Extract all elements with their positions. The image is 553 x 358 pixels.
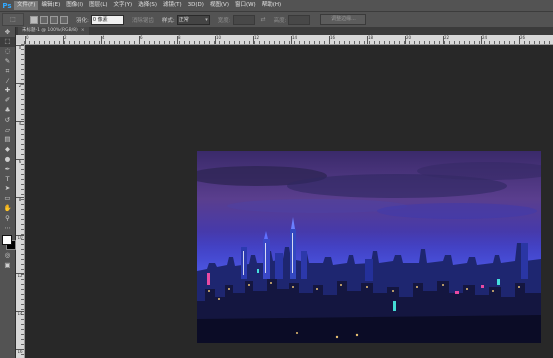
- horizontal-ruler[interactable]: 0 2 4 6 8 10 12 14 16 18 20 22 24 26: [24, 35, 553, 45]
- ruler-tick-label: 14: [16, 311, 24, 316]
- height-label: 高度:: [273, 17, 287, 24]
- menu-select[interactable]: 选择(S): [135, 1, 160, 10]
- blur-icon[interactable]: ◆: [0, 145, 15, 155]
- intersect-selection-button[interactable]: [60, 15, 68, 24]
- close-icon[interactable]: ×: [81, 28, 85, 33]
- ruler-tick-label: 20: [404, 35, 412, 44]
- healing-icon[interactable]: ✚: [0, 86, 15, 96]
- pen-icon[interactable]: ✒: [0, 164, 15, 174]
- antialias-checkbox[interactable]: 消除锯齿: [132, 16, 154, 24]
- ruler-tick-label: 16: [16, 349, 24, 354]
- ruler-tick-label: 24: [480, 35, 488, 44]
- gradient-icon[interactable]: ▤: [0, 135, 15, 145]
- zoom-icon[interactable]: ⚲: [0, 213, 15, 223]
- type-icon[interactable]: T: [0, 174, 15, 184]
- menu-edit[interactable]: 编辑(E): [38, 1, 63, 10]
- ruler-tick-label: 0: [25, 35, 29, 44]
- quick-mask-icon[interactable]: ◎: [0, 251, 15, 261]
- ruler-tick-label: 10: [214, 35, 222, 44]
- width-input[interactable]: [232, 14, 255, 25]
- move-icon[interactable]: ✥: [0, 27, 15, 37]
- menu-3d[interactable]: 3D(D): [185, 1, 207, 10]
- ruler-tick-label: 12: [252, 35, 260, 44]
- screen-mode-icon[interactable]: ▣: [0, 261, 15, 271]
- selection-mode-group: [30, 15, 68, 24]
- feather-label: 羽化:: [76, 17, 89, 24]
- menu-bar: Ps 文件(F) 编辑(E) 图像(I) 图层(L) 文字(Y) 选择(S) 滤…: [0, 0, 553, 11]
- eraser-icon[interactable]: ▱: [0, 125, 15, 135]
- tool-preset-picker[interactable]: ⬚: [2, 13, 24, 26]
- menu-file[interactable]: 文件(F): [14, 1, 39, 10]
- tools-panel: ✥ ⬚ ◌ ✎ ⌗ ⁄ ✚ ✐ ♣ ↺ ▱ ▤ ◆ ● ✒ T ➤ ▭ ✋ ⚲ …: [0, 27, 16, 358]
- dodge-icon[interactable]: ●: [0, 154, 15, 164]
- ruler-tick-label: 4: [101, 35, 105, 44]
- ruler-tick-label: 6: [139, 35, 143, 44]
- ruler-tick-label: 8: [177, 35, 181, 44]
- color-swatches: [0, 233, 16, 251]
- ruler-tick-label: 4: [16, 121, 24, 126]
- ruler-tick-label: 16: [328, 35, 336, 44]
- menu-type[interactable]: 文字(Y): [111, 1, 136, 10]
- document-tab-label: 未标题-1 @ 100%(RGB/8): [22, 28, 78, 33]
- refine-edge-button[interactable]: 调整边缘...: [320, 14, 367, 25]
- ruler-tick-label: 8: [16, 197, 24, 202]
- menu-layer[interactable]: 图层(L): [86, 1, 110, 10]
- vertical-ruler[interactable]: 0 2 4 6 8 10 12 14 16: [16, 44, 25, 358]
- ruler-tick-label: 26: [518, 35, 526, 44]
- document-tab[interactable]: 未标题-1 @ 100%(RGB/8) ×: [18, 27, 89, 35]
- ruler-tick-label: 2: [16, 83, 24, 88]
- ruler-tick-label: 0: [16, 45, 24, 50]
- lasso-icon[interactable]: ◌: [0, 47, 15, 57]
- crop-icon[interactable]: ⌗: [0, 66, 15, 76]
- marquee-icon[interactable]: ⬚: [0, 36, 15, 47]
- document-tab-strip: 未标题-1 @ 100%(RGB/8) ×: [16, 27, 553, 35]
- edit-toolbar-icon[interactable]: ⋯: [0, 223, 15, 233]
- subtract-selection-button[interactable]: [50, 15, 58, 24]
- feather-input[interactable]: 0 像素: [90, 14, 124, 25]
- new-selection-button[interactable]: [30, 15, 38, 24]
- marquee-icon: ⬚: [10, 16, 16, 23]
- hand-icon[interactable]: ✋: [0, 203, 15, 213]
- height-input[interactable]: [288, 14, 311, 25]
- menu-window[interactable]: 窗口(W): [232, 1, 259, 10]
- shape-icon[interactable]: ▭: [0, 194, 15, 204]
- style-label: 样式:: [161, 17, 175, 24]
- ruler-tick-label: 14: [290, 35, 298, 44]
- photoshop-logo: Ps: [2, 1, 12, 10]
- foreground-color-swatch[interactable]: [2, 234, 12, 245]
- swap-dimensions-icon[interactable]: ⇄: [261, 16, 266, 23]
- brush-icon[interactable]: ✐: [0, 96, 15, 106]
- ruler-tick-label: 18: [366, 35, 374, 44]
- menu-filter[interactable]: 滤镜(T): [160, 1, 185, 10]
- quick-select-icon[interactable]: ✎: [0, 56, 15, 66]
- ruler-origin[interactable]: [16, 35, 24, 44]
- ruler-tick-label: 12: [16, 273, 24, 278]
- menu-image[interactable]: 图像(I): [63, 1, 86, 10]
- menu-view[interactable]: 视图(V): [207, 1, 232, 10]
- ruler-tick-label: 22: [442, 35, 450, 44]
- style-select[interactable]: 正常: [176, 14, 210, 25]
- add-selection-button[interactable]: [40, 15, 48, 24]
- options-bar: ⬚ 羽化: 0 像素 消除锯齿 样式: 正常 宽度: ⇄ 高度: 调整边缘...: [0, 11, 553, 28]
- city-skyline-image: [197, 151, 541, 343]
- eyedropper-icon[interactable]: ⁄: [0, 76, 15, 86]
- ruler-tick-label: 6: [16, 159, 24, 164]
- history-brush-icon[interactable]: ↺: [0, 115, 15, 125]
- menu-help[interactable]: 帮助(H): [259, 1, 284, 10]
- stamp-icon[interactable]: ♣: [0, 105, 15, 115]
- document-canvas[interactable]: [25, 45, 553, 358]
- width-label: 宽度:: [217, 17, 231, 24]
- ruler-tick-label: 2: [63, 35, 67, 44]
- path-select-icon[interactable]: ➤: [0, 184, 15, 194]
- ruler-tick-label: 10: [16, 235, 24, 240]
- city-night-photo[interactable]: [197, 151, 541, 343]
